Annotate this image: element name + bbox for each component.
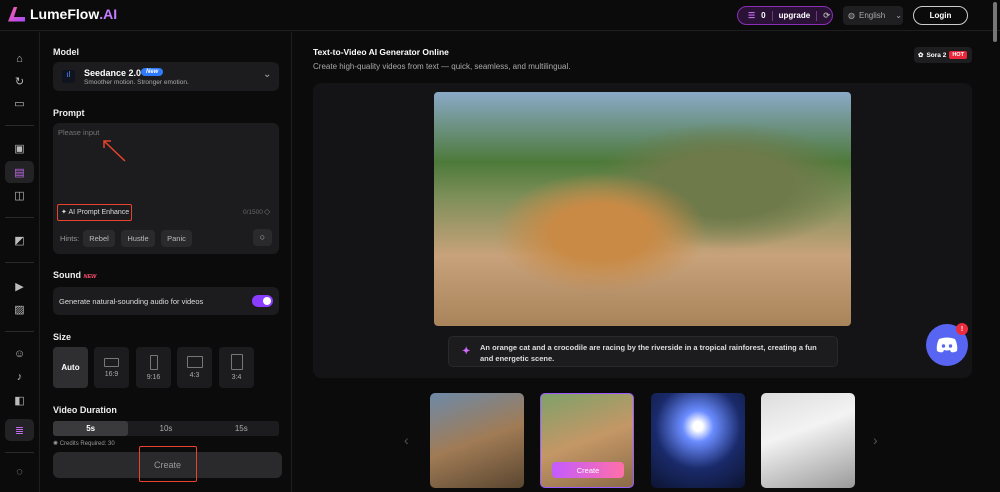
login-button[interactable]: Login xyxy=(913,6,968,25)
image-to-video-icon[interactable]: ◫ xyxy=(5,184,34,206)
size-auto[interactable]: Auto xyxy=(53,347,88,388)
chat-icon[interactable]: ◌ xyxy=(5,461,34,483)
landscape-icon xyxy=(186,356,203,368)
hint-chip[interactable]: Hustle xyxy=(121,230,155,247)
model-select[interactable]: ıl Seedance 2.0 New Smoother motion. Str… xyxy=(53,62,279,91)
sparkle-icon: ✦ xyxy=(462,346,471,357)
upgrade-link[interactable]: upgrade xyxy=(779,11,811,20)
scrollbar[interactable] xyxy=(993,2,997,42)
char-count: 0/1500 xyxy=(243,209,263,216)
example-thumbnail[interactable] xyxy=(430,393,524,488)
refresh-hints-icon[interactable]: ○ xyxy=(253,229,272,246)
home-icon[interactable]: ⌂ xyxy=(5,48,34,70)
credits-required: ✺ Credits Required: 30 xyxy=(53,440,115,447)
hot-badge: HOT xyxy=(949,51,967,59)
brand-suffix: .AI xyxy=(99,6,118,22)
language-select[interactable]: ◍ English ⌄ xyxy=(843,6,903,25)
logo-icon xyxy=(8,6,25,22)
chevron-down-icon: ⌄ xyxy=(895,11,902,20)
duration-label: Video Duration xyxy=(53,405,117,415)
size-label-text: Auto xyxy=(61,363,80,372)
credits-pill[interactable]: ☰ 0 upgrade ⟳ xyxy=(737,6,833,25)
edit-image-icon[interactable]: ◩ xyxy=(5,229,34,251)
new-badge: New xyxy=(141,68,164,76)
chevron-left-icon[interactable]: ‹ xyxy=(404,432,409,448)
thumbnail-create-button[interactable]: Create xyxy=(552,462,624,478)
sora-model-badge[interactable]: ✿ Sora 2 HOT xyxy=(914,47,972,63)
globe-icon: ◍ xyxy=(848,11,855,20)
image-icon[interactable]: ▣ xyxy=(5,137,34,159)
preview-video[interactable] xyxy=(434,92,851,326)
size-label-text: 16:9 xyxy=(104,370,119,378)
microphone-icon[interactable]: ♪ xyxy=(5,366,34,388)
notification-badge: ! xyxy=(956,323,968,335)
credits-required-text: Credits Required: 30 xyxy=(59,441,115,447)
book-icon[interactable]: ◧ xyxy=(5,389,34,411)
portrait-icon xyxy=(149,354,158,370)
duration-10s[interactable]: 10s xyxy=(128,421,203,436)
annotation-box xyxy=(57,204,132,221)
language-label: English xyxy=(858,11,886,20)
sora-label: Sora 2 xyxy=(926,51,947,59)
size-4-3[interactable]: 4:3 xyxy=(177,347,212,388)
video-icon[interactable]: ▶ xyxy=(5,275,34,297)
loop-icon[interactable]: ↻ xyxy=(5,70,34,92)
model-description: Smoother motion. Stronger emotion. xyxy=(84,79,189,86)
credits-icon: ✺ xyxy=(53,441,59,447)
portrait-icon xyxy=(230,354,243,370)
hint-chip[interactable]: Rebel xyxy=(83,230,115,247)
avatar-dance-icon[interactable]: ☺ xyxy=(5,343,34,365)
sound-toggle[interactable] xyxy=(252,295,273,307)
annotation-box xyxy=(139,446,197,482)
refresh-icon[interactable]: ⟳ xyxy=(823,11,830,20)
example-thumbnail[interactable] xyxy=(761,393,855,488)
prompt-label: Prompt xyxy=(53,108,85,118)
photo-icon[interactable]: ▨ xyxy=(5,298,34,320)
model-name: Seedance 2.0 xyxy=(84,68,142,78)
landscape-icon xyxy=(104,357,119,367)
example-thumbnail[interactable] xyxy=(651,393,745,488)
text-to-video-icon[interactable]: ▤ xyxy=(5,161,34,183)
chevron-down-icon: ⌄ xyxy=(263,69,272,80)
caption-text: An orange cat and a crocodile are racing… xyxy=(480,343,817,363)
example-thumbnail-selected[interactable]: Create xyxy=(540,393,634,488)
size-label-text: 4:3 xyxy=(189,372,200,379)
duration-5s[interactable]: 5s xyxy=(53,421,129,436)
size-9-16[interactable]: 9:16 xyxy=(136,347,171,388)
prompt-input[interactable] xyxy=(58,128,274,203)
duration-selector: 5s 10s 15s xyxy=(53,421,279,436)
hint-chip[interactable]: Panic xyxy=(161,230,192,247)
icon-rail: ⌂ ↻ ▭ ▣ ▤ ◫ ◩ ▶ ▨ ☺ ♪ ◧ ≣ ◌ xyxy=(0,32,40,492)
openai-icon: ✿ xyxy=(918,52,924,59)
discord-icon xyxy=(936,337,958,353)
size-label-text: 9:16 xyxy=(146,373,161,381)
size-3-4[interactable]: 3:4 xyxy=(219,347,254,388)
logo[interactable]: LumeFlow .AI xyxy=(8,6,117,22)
size-label-text: 3:4 xyxy=(231,374,242,381)
coins-icon: ☰ xyxy=(748,11,756,20)
size-label: Size xyxy=(53,332,72,342)
folder-icon[interactable]: ▭ xyxy=(5,92,34,114)
page-title: Text-to-Video AI Generator Online xyxy=(313,47,449,57)
sound-label: Sound NEW xyxy=(53,270,96,280)
sound-option-label: Generate natural-sounding audio for vide… xyxy=(59,297,204,306)
credit-count: 0 xyxy=(761,11,766,20)
page-subtitle: Create high-quality videos from text — q… xyxy=(313,62,571,71)
size-16-9[interactable]: 16:9 xyxy=(94,347,129,388)
sound-title: Sound xyxy=(53,270,81,280)
eraser-icon[interactable]: ◇ xyxy=(264,207,270,216)
brand-name: LumeFlow xyxy=(30,6,100,22)
duration-15s[interactable]: 15s xyxy=(204,421,279,436)
model-label: Model xyxy=(53,47,79,57)
preview-caption: ✦ An orange cat and a crocodile are racin… xyxy=(448,336,838,367)
sound-option: Generate natural-sounding audio for vide… xyxy=(53,287,279,315)
hints-label: Hints: xyxy=(60,234,80,243)
new-badge: NEW xyxy=(83,274,97,280)
annotation-arrow-icon xyxy=(103,140,126,162)
database-icon[interactable]: ≣ xyxy=(5,419,34,441)
seedance-icon: ıl xyxy=(62,70,75,83)
chevron-right-icon[interactable]: › xyxy=(873,432,878,448)
